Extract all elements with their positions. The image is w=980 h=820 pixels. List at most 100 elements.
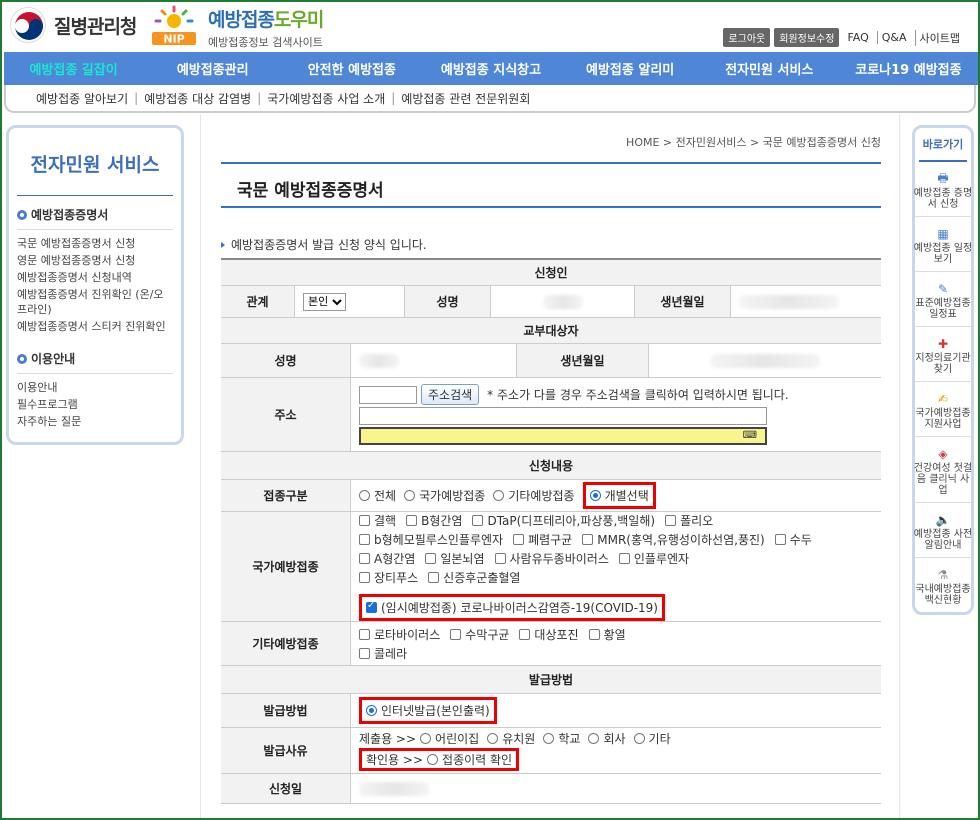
quick-item-clinic-search[interactable]: ✚ 지정의료기관 찾기 <box>915 337 971 382</box>
gnb-vaccination-mgmt[interactable]: 예방접종관리 <box>143 59 282 78</box>
radio-internet-issue[interactable]: 인터넷발급(본인출력) <box>366 702 490 719</box>
chk-national[interactable]: A형간염 <box>359 550 415 567</box>
sidebar-link[interactable]: 이용안내 <box>17 380 173 395</box>
nip-logo[interactable]: NIP 예방접종도우미 예방접종정보 검색사이트 <box>148 5 324 50</box>
address-search-button[interactable]: 주소검색 <box>421 384 480 405</box>
hospital-icon: ✚ <box>937 337 949 351</box>
radio-kindergarten[interactable]: 유치원 <box>487 730 535 747</box>
sidebar-section-guide: 이용안내 <box>17 350 173 374</box>
gnb-knowledge[interactable]: 예방접종 지식창고 <box>421 59 560 78</box>
site-header: 질병관리청 NIP 예방접종도우미 예방접종정보 검색사이트 로그아웃 회원정보… <box>2 2 978 52</box>
relation-select[interactable]: 본인 <box>303 292 346 311</box>
redacted-dob <box>739 294 839 309</box>
quick-item-standard-schedule[interactable]: ✎ 표준예방접종 일정표 <box>915 282 971 327</box>
relation-label: 관계 <box>221 286 295 317</box>
chk-national[interactable]: MMR(홍역,유행성이하선염,풍진) <box>582 531 765 548</box>
address-input[interactable] <box>359 407 767 425</box>
chk-national[interactable]: DTaP(디프테리아,파상풍,백일해) <box>472 512 655 529</box>
gnb-covid19[interactable]: 코로나19 예방접종 <box>839 59 978 78</box>
triangle-bullet-icon <box>221 241 225 248</box>
chk-covid19[interactable]: (임시예방접종) 코로나바이러스감염증-19(COVID-19) <box>366 599 658 616</box>
application-form: 신청인 관계 본인 성명 생년월일 교부대상자 성명 생년월일 주소 주소검색 … <box>221 258 881 804</box>
logout-button[interactable]: 로그아웃 <box>723 28 771 47</box>
redacted-date <box>359 781 429 796</box>
section-applicant: 신청인 <box>221 260 881 286</box>
syringe-icon: ✎ <box>937 282 949 296</box>
page-title: 국문 예방접종증명서 <box>237 181 384 201</box>
other-label: 기타예방접종 <box>221 622 351 665</box>
lnb-item[interactable]: 예방접종 알아보기 <box>36 90 128 107</box>
quick-item-notification[interactable]: 🔈 예방접종 사전알림안내 <box>914 513 972 558</box>
calendar-icon: ▦ <box>937 227 949 241</box>
chk-national[interactable]: 결핵 <box>359 512 396 529</box>
chk-other[interactable]: 황열 <box>588 626 626 643</box>
qna-link[interactable]: Q&A <box>876 31 911 44</box>
edit-profile-button[interactable]: 회원정보수정 <box>774 28 840 47</box>
sidebar-link[interactable]: 예방접종증명서 진위확인 (온/오프라인) <box>17 287 173 317</box>
kdca-logo[interactable]: 질병관리청 <box>10 7 137 43</box>
faq-link[interactable]: FAQ <box>843 31 872 44</box>
gnb-vaccination-guide[interactable]: 예방접종 길잡이 <box>4 59 143 78</box>
quick-item-certificate[interactable]: 🖶 예방접종 증명서 신청 <box>914 171 972 217</box>
lnb-item[interactable]: 예방접종 대상 감염병 <box>144 90 251 107</box>
sidebar-link[interactable]: 예방접종증명서 신청내역 <box>17 270 173 285</box>
document-icon: ✍ <box>937 392 949 406</box>
radio-daycare[interactable]: 어린이집 <box>420 730 479 747</box>
chk-national[interactable]: 신증후군출혈열 <box>428 569 520 586</box>
chk-national[interactable]: 장티푸스 <box>359 569 418 586</box>
main-content: HOME > 전자민원서비스 > 국문 예방접종증명서 신청 국문 예방접종증명… <box>200 114 900 818</box>
chk-national[interactable]: 폐렴구균 <box>513 531 572 548</box>
gnb-notifier[interactable]: 예방접종 알리미 <box>561 59 700 78</box>
sitemap-link[interactable]: 사이트맵 <box>914 29 964 46</box>
radio-other[interactable]: 기타예방접종 <box>493 487 575 504</box>
breadcrumb: HOME > 전자민원서비스 > 국문 예방접종증명서 신청 <box>626 136 881 149</box>
sidebar-link[interactable]: 영문 예방접종증명서 신청 <box>17 253 173 268</box>
chk-national[interactable]: 수두 <box>774 531 812 548</box>
sidebar-link[interactable]: 국문 예방접종증명서 신청 <box>17 236 173 251</box>
lnb-item[interactable]: 국가예방접종 사업 소개 <box>267 90 385 107</box>
radio-etc[interactable]: 기타 <box>633 730 671 747</box>
chk-national[interactable]: 사람유두종바이러스 <box>494 550 609 567</box>
chk-national[interactable]: b형헤모필루스인플루엔자 <box>359 531 503 548</box>
redacted-dob <box>710 353 820 368</box>
gnb-e-civil[interactable]: 전자민원 서비스 <box>700 59 839 78</box>
postcode-input[interactable] <box>359 385 417 404</box>
confirm-prefix: 확인용 >> <box>366 753 424 767</box>
quick-item-schedule[interactable]: ▦ 예방접종 일정보기 <box>914 227 972 272</box>
address-note: * 주소가 다를 경우 주소검색을 클릭하여 입력하시면 됩니다. <box>487 388 789 402</box>
radio-individual[interactable]: 개별선택 <box>589 487 649 504</box>
radio-school[interactable]: 학교 <box>543 730 580 747</box>
sidebar-link[interactable]: 예방접종증명서 스티커 진위확인 <box>17 319 173 334</box>
chk-other[interactable]: 수막구균 <box>450 626 509 643</box>
chk-national[interactable]: 인플루엔자 <box>618 550 689 567</box>
svg-text:NIP: NIP <box>163 33 184 46</box>
sub-nav: 예방접종 알아보기 | 예방접종 대상 감염병 | 국가예방접종 사업 소개 | 예방… <box>4 85 976 113</box>
chk-national[interactable]: B형간염 <box>406 512 462 529</box>
radio-company[interactable]: 회사 <box>588 730 626 747</box>
browser-frame: 질병관리청 NIP 예방접종도우미 예방접종정보 검색사이트 로그아웃 회원정보… <box>0 0 980 820</box>
sidebar-link[interactable]: 자주하는 질문 <box>17 414 173 429</box>
submit-prefix: 제출용 >> <box>359 732 417 746</box>
chk-other[interactable]: 대상포진 <box>519 626 579 643</box>
main-nav: 예방접종 길잡이 예방접종관리 안전한 예방접종 예방접종 지식창고 예방접종 … <box>4 52 978 85</box>
radio-all[interactable]: 전체 <box>359 487 396 504</box>
site-subtitle: 예방접종정보 검색사이트 <box>208 36 323 49</box>
address-label: 주소 <box>221 378 351 451</box>
lnb-item[interactable]: 예방접종 관련 전문위원회 <box>401 90 530 107</box>
quick-item-women-clinic[interactable]: ◈ 건강여성 첫걸음 클리닉 사업 <box>914 447 972 503</box>
quick-item-vaccine-status[interactable]: ⚗ 국내예방접종 백신현황 <box>915 568 971 612</box>
chk-other[interactable]: 콜레라 <box>359 645 407 662</box>
issue-method-label: 발급방법 <box>221 694 351 727</box>
chk-national[interactable]: 폴리오 <box>665 512 713 529</box>
chk-other[interactable]: 로타바이러스 <box>359 626 440 643</box>
sidebar-section-certificate: 예방접종증명서 <box>17 206 173 230</box>
radio-national[interactable]: 국가예방접종 <box>404 487 485 504</box>
address-detail-input[interactable]: ⌨ <box>359 427 767 445</box>
quick-item-support[interactable]: ✍ 국가예방접종 지원사업 <box>915 392 971 437</box>
section-recipient: 교부대상자 <box>221 318 881 344</box>
gnb-safe-vaccination[interactable]: 안전한 예방접종 <box>282 59 421 78</box>
sidebar-link[interactable]: 필수프로그램 <box>17 397 173 412</box>
radio-history-check[interactable]: 접종이력 확인 <box>427 751 512 768</box>
chk-national[interactable]: 일본뇌염 <box>425 550 485 567</box>
national-label: 국가예방접종 <box>221 512 351 621</box>
